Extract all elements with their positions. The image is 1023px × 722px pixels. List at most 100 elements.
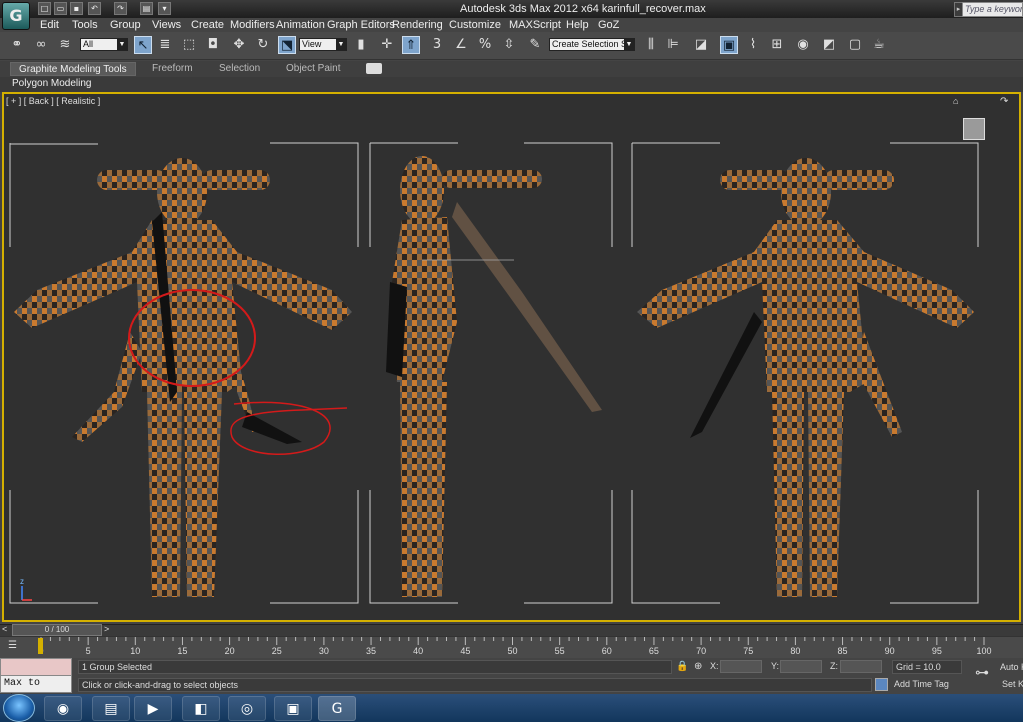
auto-key-button[interactable]: Auto K	[1000, 662, 1023, 672]
maxscript-listener-color[interactable]	[0, 658, 72, 676]
menu-help[interactable]: Help	[566, 19, 589, 31]
named-selection-dropdown[interactable]: Create Selection Se	[549, 38, 635, 51]
align-icon[interactable]: ⊫	[664, 36, 682, 54]
move-icon[interactable]: ✥	[230, 36, 248, 54]
curve-editor-icon[interactable]: ⌇	[744, 36, 762, 54]
layer-manager-icon[interactable]: ◪	[692, 36, 710, 54]
project-folder-icon[interactable]: ▤	[140, 2, 153, 15]
rect-selection-icon[interactable]: ⬚	[180, 36, 198, 54]
trackbar-tick-label: 80	[790, 646, 801, 656]
trackbar-tick-label: 40	[413, 646, 424, 656]
menu-create[interactable]: Create	[191, 19, 224, 31]
selection-status: 1 Group Selected	[78, 660, 672, 674]
spinner-snap-icon[interactable]: ⇳	[500, 36, 518, 54]
edit-named-sets-icon[interactable]: ✎	[526, 36, 544, 54]
quick-access-dropdown-icon[interactable]: ▾	[158, 2, 171, 15]
scale-icon[interactable]: ⬔	[278, 36, 296, 54]
render-setup-icon[interactable]: ◩	[820, 36, 838, 54]
z-coord-input[interactable]	[840, 660, 882, 673]
angle-snap-icon[interactable]: ∠	[452, 36, 470, 54]
trackbar-tick-label: 90	[884, 646, 895, 656]
time-tag-icon[interactable]	[875, 678, 888, 691]
pivot-center-icon[interactable]: ▮	[352, 36, 370, 54]
menu-modifiers[interactable]: Modifiers	[230, 19, 275, 31]
window-title: Autodesk 3ds Max 2012 x64 karinfull_reco…	[460, 3, 706, 15]
mini-curve-editor-icon[interactable]: ☰	[8, 640, 24, 652]
keyboard-shortcut-override-icon[interactable]: ⇑	[402, 36, 420, 54]
menu-tools[interactable]: Tools	[72, 19, 98, 31]
cmd-icon[interactable]: ▣	[274, 696, 312, 721]
select-by-name-icon[interactable]: ≣	[156, 36, 174, 54]
undo-icon[interactable]: ↶	[88, 2, 101, 15]
trackbar-tick-label: 75	[743, 646, 754, 656]
set-key-button[interactable]: Set K	[1002, 679, 1023, 689]
percent-snap-icon[interactable]: %	[476, 36, 494, 54]
time-prev-icon[interactable]: <	[2, 624, 12, 636]
window-crossing-icon[interactable]: ◘	[204, 36, 222, 54]
character-model-front	[637, 158, 974, 597]
menu-goz[interactable]: GoZ	[598, 19, 619, 31]
rendered-frame-icon[interactable]: ▢	[846, 36, 864, 54]
explorer-icon[interactable]: ▤	[92, 696, 130, 721]
select-object-icon[interactable]: ↖	[134, 36, 152, 54]
material-editor-icon[interactable]: ◉	[794, 36, 812, 54]
add-time-tag-label[interactable]: Add Time Tag	[894, 679, 949, 689]
time-slider-track[interactable]	[0, 624, 1023, 636]
tab-freeform[interactable]: Freeform	[144, 62, 201, 76]
ribbon-options-icon[interactable]	[366, 63, 382, 74]
search-input[interactable]: Type a keyword or	[962, 2, 1023, 17]
menu-maxscript[interactable]: MAXScript	[509, 19, 561, 31]
3dsmax-logo-icon[interactable]: G	[2, 2, 30, 30]
current-frame-marker[interactable]	[38, 638, 43, 654]
start-button[interactable]	[3, 694, 35, 722]
selection-filter-dropdown[interactable]: All	[80, 38, 128, 51]
tab-object-paint[interactable]: Object Paint	[278, 62, 348, 76]
menu-customize[interactable]: Customize	[449, 19, 501, 31]
viewport-canvas: z	[9, 142, 979, 604]
firefox-icon[interactable]: ◉	[44, 696, 82, 721]
z-label: Z:	[830, 661, 838, 671]
snaps-toggle-icon[interactable]: 3	[428, 36, 446, 54]
media-player-icon[interactable]: ▶	[134, 696, 172, 721]
trackbar-tick-label: 30	[318, 646, 329, 656]
open-file-icon[interactable]: ▭	[54, 2, 67, 15]
tab-graphite-modeling-tools[interactable]: Graphite Modeling Tools	[10, 62, 136, 76]
3dsmax-taskbar-icon[interactable]: G	[318, 696, 356, 721]
save-icon[interactable]: ▪	[70, 2, 83, 15]
bind-spacewarp-icon[interactable]: ≋	[56, 36, 74, 54]
app-icon[interactable]: ◧	[182, 696, 220, 721]
svg-text:z: z	[20, 577, 24, 586]
grid-size: Grid = 10.0	[892, 660, 962, 674]
menu-graph-editors[interactable]: Graph Editors	[327, 19, 395, 31]
select-manipulate-icon[interactable]: ✛	[378, 36, 396, 54]
lock-selection-icon[interactable]: 🔒	[676, 661, 688, 672]
render-teapot-icon[interactable]: ☕	[870, 36, 888, 54]
time-next-icon[interactable]: >	[104, 624, 114, 636]
rotate-icon[interactable]: ↻	[254, 36, 272, 54]
set-key-icon[interactable]: ⊶	[968, 664, 996, 686]
maxscript-mini-listener[interactable]: Max to Physc	[0, 675, 72, 705]
schematic-view-icon[interactable]: ⊞	[768, 36, 786, 54]
new-file-icon[interactable]: □	[38, 2, 51, 15]
unlink-icon[interactable]: ∞	[32, 36, 50, 54]
mirror-icon[interactable]: ⫼	[642, 36, 660, 54]
link-icon[interactable]: ⚭	[8, 36, 26, 54]
y-coord-input[interactable]	[780, 660, 822, 673]
trackbar-tick-label: 25	[271, 646, 282, 656]
menu-rendering[interactable]: Rendering	[392, 19, 443, 31]
reference-coord-dropdown[interactable]: View	[299, 38, 347, 51]
menu-views[interactable]: Views	[152, 19, 181, 31]
chrome-icon[interactable]: ◎	[228, 696, 266, 721]
menu-animation[interactable]: Animation	[276, 19, 325, 31]
menu-group[interactable]: Group	[110, 19, 141, 31]
menu-edit[interactable]: Edit	[40, 19, 59, 31]
absolute-mode-icon[interactable]: ⊕	[694, 661, 702, 672]
redo-icon[interactable]: ↷	[114, 2, 127, 15]
x-coord-input[interactable]	[720, 660, 762, 673]
polygon-modeling-label[interactable]: Polygon Modeling	[12, 78, 92, 89]
trackbar-tick-label: 85	[837, 646, 848, 656]
graphite-toggle-icon[interactable]: ▣	[720, 36, 738, 54]
tab-selection[interactable]: Selection	[211, 62, 268, 76]
side-ribbon	[452, 202, 602, 412]
time-slider-thumb[interactable]: 0 / 100	[12, 624, 102, 636]
